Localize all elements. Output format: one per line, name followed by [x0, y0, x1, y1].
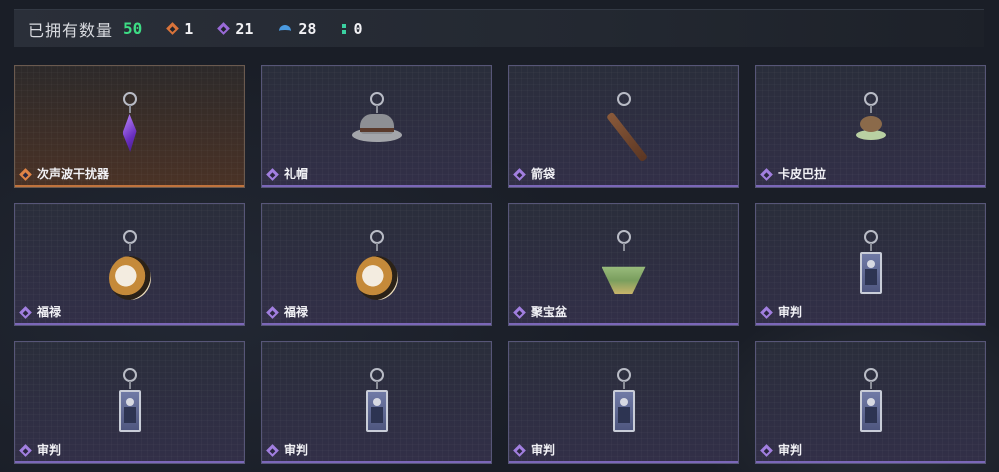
judgment-card-charm-icon	[95, 368, 165, 448]
stat-legendary-value: 1	[184, 19, 194, 38]
item-name: 审判	[37, 443, 62, 457]
epic-rarity-icon	[266, 168, 279, 181]
legendary-rarity-icon	[19, 168, 32, 181]
item-name: 箭袋	[531, 167, 556, 181]
judgment-card-charm-icon	[342, 368, 412, 448]
item-name: 次声波干扰器	[37, 167, 110, 181]
judgment-card-charm-icon	[836, 368, 906, 448]
stat-common-value: 0	[353, 19, 363, 38]
item-card[interactable]: 审判	[261, 341, 492, 464]
item-name: 卡皮巴拉	[778, 167, 827, 181]
item-card[interactable]: 箭袋	[508, 65, 739, 188]
item-name: 审判	[778, 443, 803, 457]
item-name: 审判	[531, 443, 556, 457]
epic-rarity-icon	[513, 168, 526, 181]
stat-epic-value: 21	[235, 19, 254, 38]
judgment-card-charm-icon	[589, 368, 659, 448]
stat-rare-value: 28	[298, 19, 317, 38]
item-card[interactable]: 福禄	[261, 203, 492, 326]
epic-rarity-icon	[266, 444, 279, 457]
epic-rarity-icon	[760, 444, 773, 457]
gourd-charm-icon	[95, 230, 165, 310]
item-card[interactable]: 审判	[755, 341, 986, 464]
item-name: 审判	[284, 443, 309, 457]
epic-rarity-icon	[266, 306, 279, 319]
purple-diamond-icon	[217, 22, 231, 35]
epic-rarity-icon	[513, 444, 526, 457]
crystal-charm-icon	[95, 92, 165, 172]
orange-diamond-icon	[166, 22, 180, 35]
stat-common: 0	[342, 20, 362, 38]
blue-arch-icon	[279, 24, 292, 33]
epic-rarity-icon	[19, 444, 32, 457]
item-card[interactable]: 聚宝盆	[508, 203, 739, 326]
item-name: 审判	[778, 305, 803, 319]
owned-count-value: 50	[123, 19, 143, 38]
epic-rarity-icon	[760, 306, 773, 319]
stat-legendary: 1	[166, 19, 194, 38]
quiver-charm-icon	[589, 92, 659, 172]
owned-summary-bar: 已拥有数量 50 1 21 28 0	[14, 9, 984, 47]
stat-epic: 21	[217, 19, 254, 38]
treasure-bowl-charm-icon	[589, 230, 659, 310]
item-grid: 次声波干扰器 礼帽 箭袋 卡皮巴拉 福禄 福禄 聚宝盆 审判 审判 审判 审判 …	[14, 65, 986, 464]
item-card[interactable]: 礼帽	[261, 65, 492, 188]
epic-rarity-icon	[19, 306, 32, 319]
item-name: 福禄	[284, 305, 309, 319]
item-card[interactable]: 审判	[508, 341, 739, 464]
item-card[interactable]: 福禄	[14, 203, 245, 326]
item-name: 礼帽	[284, 167, 309, 181]
stat-rare: 28	[279, 20, 316, 38]
capybara-charm-icon	[836, 92, 906, 172]
hat-charm-icon	[342, 92, 412, 172]
item-name: 聚宝盆	[531, 305, 568, 319]
item-card[interactable]: 次声波干扰器	[14, 65, 245, 188]
item-card[interactable]: 审判	[14, 341, 245, 464]
epic-rarity-icon	[760, 168, 773, 181]
owned-count-label: 已拥有数量	[28, 20, 114, 40]
item-name: 福禄	[37, 305, 62, 319]
item-card[interactable]: 卡皮巴拉	[755, 65, 986, 188]
green-dots-icon	[342, 23, 347, 35]
gourd-charm-icon	[342, 230, 412, 310]
judgment-card-charm-icon	[836, 230, 906, 310]
item-card[interactable]: 审判	[755, 203, 986, 326]
epic-rarity-icon	[513, 306, 526, 319]
